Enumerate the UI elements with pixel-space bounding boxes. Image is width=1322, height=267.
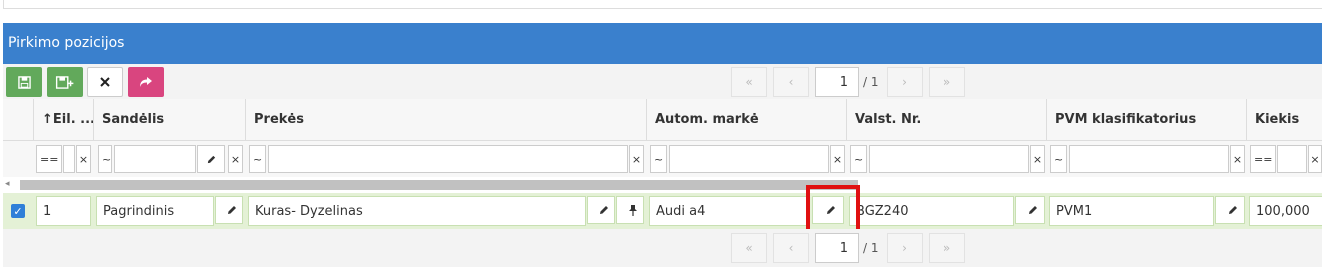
filter-marke-clear[interactable]: ×	[830, 145, 845, 173]
pencil-icon	[1029, 206, 1037, 214]
pager-next-button[interactable]: ›	[886, 67, 923, 97]
filter-prekes-operator[interactable]: ~	[249, 145, 266, 173]
pager-first-button[interactable]: «	[731, 233, 767, 263]
valst-edit-button[interactable]	[1015, 196, 1045, 224]
pager-total: / 1	[863, 241, 879, 255]
cell-kiekis[interactable]: 100,000	[1249, 196, 1322, 226]
table-footer	[3, 229, 1322, 267]
toolbar	[3, 64, 1322, 99]
filter-sandelis-operator[interactable]: ~	[98, 145, 112, 173]
filter-kiekis-clear[interactable]: ×	[1308, 145, 1322, 173]
prekes-edit-button[interactable]	[587, 196, 615, 224]
pager-last-button[interactable]: »	[928, 233, 965, 263]
row-select-checkbox[interactable]: ✓	[11, 204, 25, 218]
header-select-cell	[3, 99, 34, 141]
cell-valst-nr[interactable]: BGZ240	[849, 196, 1014, 226]
pencil-icon	[1229, 206, 1237, 214]
pager-page-input[interactable]: 1	[815, 233, 859, 263]
forward-button[interactable]	[128, 67, 164, 97]
filter-pvm-clear[interactable]: ×	[1230, 145, 1245, 173]
cell-pvm[interactable]: PVM1	[1049, 196, 1214, 226]
pager-page-input[interactable]: 1	[815, 67, 859, 97]
filter-valst-operator[interactable]: ~	[850, 145, 867, 173]
filter-sandelis-clear[interactable]: ×	[228, 145, 243, 173]
scroll-left-arrow-icon[interactable]: ◂	[5, 178, 17, 190]
pager-prev-button[interactable]: ‹	[773, 233, 809, 263]
pager-top: « ‹ 1 / 1 › »	[731, 67, 965, 97]
panel-title: Pirkimo pozicijos	[3, 23, 1322, 64]
filter-marke-operator[interactable]: ~	[650, 145, 667, 173]
share-arrow-icon	[140, 77, 152, 87]
pvm-edit-button[interactable]	[1215, 196, 1245, 224]
cell-autom-marke[interactable]: Audi a4	[649, 196, 809, 226]
cell-prekes[interactable]: Kuras- Dyzelinas	[248, 196, 586, 226]
filter-valst-clear[interactable]: ×	[1030, 145, 1045, 173]
cell-sandelis[interactable]: Pagrindinis	[96, 196, 214, 226]
pencil-icon	[207, 155, 215, 163]
pager-next-button[interactable]: ›	[886, 233, 923, 263]
top-container-edge	[3, 0, 1322, 9]
highlight-box	[806, 185, 860, 235]
pager-prev-button[interactable]: ‹	[773, 67, 809, 97]
filter-prekes-clear[interactable]: ×	[629, 145, 644, 173]
cell-eil[interactable]: 1	[36, 196, 91, 226]
save-button[interactable]	[6, 67, 42, 97]
filter-prekes-input[interactable]	[268, 145, 628, 173]
filter-eil-operator[interactable]: ==	[36, 145, 62, 173]
pencil-icon	[228, 206, 236, 214]
cancel-button[interactable]	[87, 67, 123, 97]
pushpin-icon	[629, 205, 637, 216]
column-header-prekes[interactable]: Prekės	[246, 99, 647, 141]
column-header-pvm[interactable]: PVM klasifikatorius	[1047, 99, 1247, 141]
prekes-pin-button[interactable]	[616, 196, 644, 224]
filter-pvm-input[interactable]	[1069, 145, 1229, 173]
filter-sandelis-input[interactable]	[114, 145, 196, 173]
filter-kiekis-input[interactable]	[1277, 145, 1307, 173]
filter-kiekis-operator[interactable]: ==	[1250, 145, 1276, 173]
column-header-kiekis[interactable]: Kiekis	[1247, 99, 1322, 141]
column-header-sandelis[interactable]: Sandėlis	[94, 99, 246, 141]
column-header-valst-nr[interactable]: Valst. Nr.	[847, 99, 1047, 141]
filter-eil-input[interactable]	[63, 145, 75, 173]
pager-bottom: « ‹ 1 / 1 › »	[731, 233, 965, 263]
filter-pvm-operator[interactable]: ~	[1050, 145, 1067, 173]
floppy-disk-icon	[17, 75, 31, 89]
filter-sandelis-edit-button[interactable]	[197, 145, 225, 173]
pager-first-button[interactable]: «	[731, 67, 767, 97]
filter-valst-input[interactable]	[869, 145, 1029, 173]
sort-up-arrow-icon: ↑	[42, 112, 53, 127]
save-and-add-button[interactable]	[47, 67, 83, 97]
column-header-eil[interactable]: ↑Eil. ...	[34, 99, 94, 141]
scrollbar-thumb[interactable]	[20, 180, 858, 190]
pager-total: / 1	[863, 75, 879, 89]
column-header-autom-marke[interactable]: Autom. markė	[647, 99, 847, 141]
filter-eil-clear[interactable]: ×	[76, 145, 91, 173]
sandelis-edit-button[interactable]	[215, 196, 243, 224]
pager-last-button[interactable]: »	[928, 67, 965, 97]
pencil-icon	[600, 206, 608, 214]
close-icon	[100, 77, 110, 87]
floppy-disk-plus-icon	[55, 75, 74, 89]
filter-marke-input[interactable]	[669, 145, 829, 173]
